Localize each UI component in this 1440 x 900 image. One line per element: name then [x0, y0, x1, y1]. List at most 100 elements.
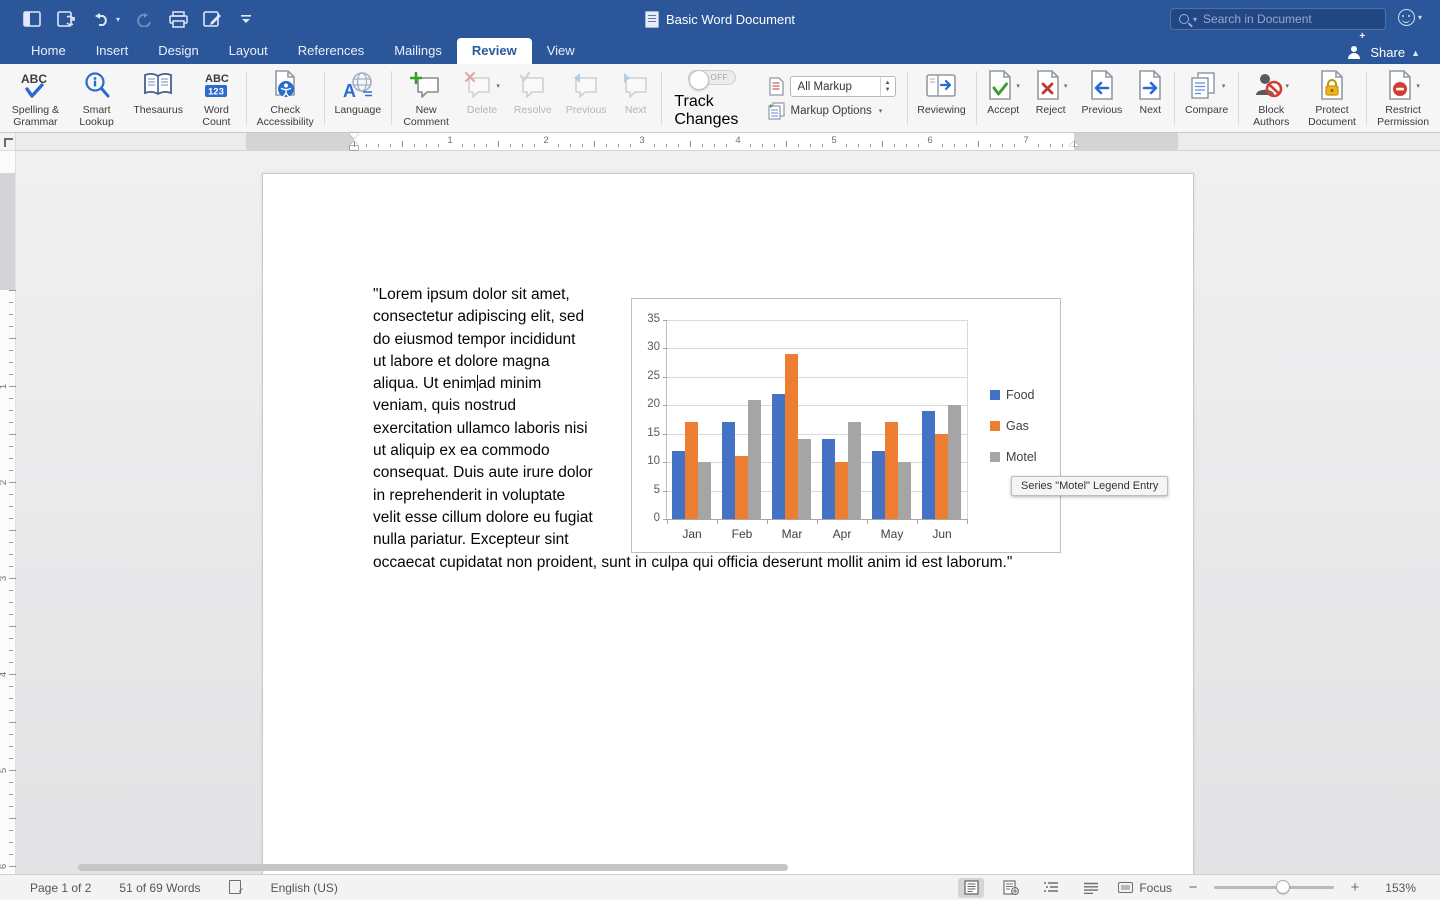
- next-change-button[interactable]: Next: [1129, 64, 1171, 132]
- document-text-line[interactable]: velit esse cillum dolore eu fugiat: [373, 509, 643, 531]
- document-text-line[interactable]: in reprehenderit in voluptate: [373, 487, 643, 509]
- thesaurus-button[interactable]: Thesaurus: [126, 64, 190, 132]
- legend-entry-motel[interactable]: Motel: [990, 441, 1037, 472]
- chart-legend[interactable]: FoodGasMotel: [990, 379, 1037, 472]
- share-button[interactable]: + Share ▲: [1348, 45, 1440, 64]
- edit-document-icon[interactable]: [202, 9, 222, 29]
- bar-motel-jun[interactable]: [948, 405, 961, 519]
- markup-view-select[interactable]: All Markup ▲▼: [790, 76, 896, 97]
- tab-view[interactable]: View: [532, 38, 590, 64]
- reject-dropdown-icon[interactable]: ▾: [1064, 82, 1068, 90]
- search-box[interactable]: ▾: [1170, 8, 1386, 30]
- draft-view-button[interactable]: [1078, 878, 1104, 898]
- document-text-line[interactable]: consectetur adipiscing elit, sed: [373, 308, 643, 330]
- bar-motel-may[interactable]: [898, 462, 911, 519]
- tab-stop-selector[interactable]: [0, 133, 16, 151]
- zoom-in-button[interactable]: +: [1348, 879, 1362, 896]
- tab-layout[interactable]: Layout: [214, 38, 283, 64]
- outline-view-button[interactable]: [1038, 878, 1064, 898]
- reject-change-button[interactable]: ▾ Reject: [1027, 64, 1075, 132]
- block-authors-button[interactable]: ▾ Block Authors: [1242, 64, 1301, 132]
- proofing-status-icon[interactable]: [215, 880, 257, 896]
- bar-motel-feb[interactable]: [748, 400, 761, 519]
- block-authors-dropdown-icon[interactable]: ▾: [1286, 82, 1290, 90]
- document-text-line[interactable]: occaecat cupidatat non proident, sunt in…: [373, 554, 1173, 572]
- zoom-slider[interactable]: [1214, 886, 1334, 889]
- accept-change-button[interactable]: ▾ Accept: [979, 64, 1027, 132]
- print-icon[interactable]: [168, 9, 188, 29]
- bar-motel-jan[interactable]: [698, 462, 711, 519]
- document-text-line[interactable]: do eiusmod tempor incididunt: [373, 331, 643, 353]
- tab-references[interactable]: References: [283, 38, 379, 64]
- document-text-line[interactable]: ut aliquip ex ea commodo: [373, 442, 643, 464]
- document-text-line[interactable]: veniam, quis nostrud: [373, 397, 643, 419]
- tab-mailings[interactable]: Mailings: [379, 38, 457, 64]
- document-text-line[interactable]: exercitation ullamco laboris nisi: [373, 420, 643, 442]
- bar-food-jan[interactable]: [672, 451, 685, 519]
- smart-lookup-button[interactable]: Smart Lookup: [67, 64, 127, 132]
- zoom-out-button[interactable]: −: [1186, 879, 1200, 896]
- vertical-ruler[interactable]: 123456: [0, 151, 16, 874]
- spelling-grammar-button[interactable]: ABC Spelling & Grammar: [4, 64, 67, 132]
- word-count-button[interactable]: ABC123 Word Count: [190, 64, 243, 132]
- undo-dropdown-icon[interactable]: ▾: [116, 15, 120, 24]
- markup-options-button[interactable]: Markup Options ▾: [768, 102, 896, 120]
- tab-insert[interactable]: Insert: [81, 38, 144, 64]
- bar-motel-apr[interactable]: [848, 422, 861, 519]
- bar-food-may[interactable]: [872, 451, 885, 519]
- document-text-line[interactable]: nulla pariatur. Excepteur sint: [373, 531, 643, 553]
- bar-motel-mar[interactable]: [798, 439, 811, 519]
- bar-food-mar[interactable]: [772, 394, 785, 519]
- document-page[interactable]: "Lorem ipsum dolor sit amet,consectetur …: [262, 173, 1194, 874]
- search-scope-caret-icon[interactable]: ▾: [1193, 15, 1197, 24]
- bar-gas-feb[interactable]: [735, 456, 748, 519]
- word-count-status[interactable]: 51 of 69 Words: [105, 881, 214, 895]
- tab-home[interactable]: Home: [16, 38, 81, 64]
- track-changes-toggle[interactable]: OFF: [688, 70, 736, 85]
- zoom-level[interactable]: 153%: [1376, 881, 1416, 895]
- undo-icon[interactable]: [90, 9, 110, 29]
- print-layout-view-button[interactable]: [958, 878, 984, 898]
- feedback-button[interactable]: ▾: [1398, 9, 1422, 26]
- document-text-block[interactable]: "Lorem ipsum dolor sit amet,consectetur …: [373, 286, 643, 554]
- first-line-indent-marker[interactable]: [349, 133, 359, 139]
- document-text-line[interactable]: ut labore et dolore magna: [373, 353, 643, 375]
- language-status[interactable]: English (US): [257, 881, 352, 895]
- new-comment-button[interactable]: New Comment: [395, 64, 457, 132]
- document-text-line[interactable]: consequat. Duis aute irure dolor: [373, 464, 643, 486]
- collapse-ribbon-icon[interactable]: ▲: [1411, 48, 1420, 58]
- customize-toolbar-icon[interactable]: [236, 9, 256, 29]
- compare-button[interactable]: ▾ Compare: [1178, 64, 1235, 132]
- bar-gas-jan[interactable]: [685, 422, 698, 519]
- tab-design[interactable]: Design: [143, 38, 213, 64]
- web-layout-view-button[interactable]: [998, 878, 1024, 898]
- bar-food-feb[interactable]: [722, 422, 735, 519]
- legend-entry-gas[interactable]: Gas: [990, 410, 1037, 441]
- bar-gas-jun[interactable]: [935, 434, 948, 519]
- horizontal-ruler[interactable]: 1234567: [16, 133, 1440, 151]
- select-stepper-icon[interactable]: ▲▼: [880, 77, 895, 96]
- protect-document-button[interactable]: Protect Document: [1301, 64, 1364, 132]
- legend-entry-food[interactable]: Food: [990, 379, 1037, 410]
- compare-dropdown-icon[interactable]: ▾: [1222, 82, 1226, 90]
- bar-food-jun[interactable]: [922, 411, 935, 519]
- reviewing-pane-button[interactable]: Reviewing: [910, 64, 972, 132]
- language-button[interactable]: A Language: [327, 64, 388, 132]
- bar-food-apr[interactable]: [822, 439, 835, 519]
- tab-review[interactable]: Review: [457, 38, 532, 64]
- previous-change-button[interactable]: Previous: [1074, 64, 1129, 132]
- sidebar-toggle-icon[interactable]: [22, 9, 42, 29]
- restrict-permission-button[interactable]: ▾ Restrict Permission: [1370, 64, 1436, 132]
- page-number-status[interactable]: Page 1 of 2: [0, 881, 105, 895]
- bar-gas-mar[interactable]: [785, 354, 798, 519]
- bar-gas-apr[interactable]: [835, 462, 848, 519]
- document-text-line[interactable]: aliqua. Ut enimad minim: [373, 375, 643, 397]
- restrict-permission-dropdown-icon[interactable]: ▾: [1416, 82, 1420, 90]
- check-accessibility-button[interactable]: Check Accessibility: [250, 64, 321, 132]
- bar-gas-may[interactable]: [885, 422, 898, 519]
- document-text-line[interactable]: "Lorem ipsum dolor sit amet,: [373, 286, 643, 308]
- embedded-bar-chart[interactable]: FoodGasMotel 05101520253035JanFebMarAprM…: [631, 298, 1061, 553]
- save-icon[interactable]: [56, 9, 76, 29]
- accept-dropdown-icon[interactable]: ▾: [1016, 82, 1020, 90]
- horizontal-scrollbar-thumb[interactable]: [78, 864, 788, 871]
